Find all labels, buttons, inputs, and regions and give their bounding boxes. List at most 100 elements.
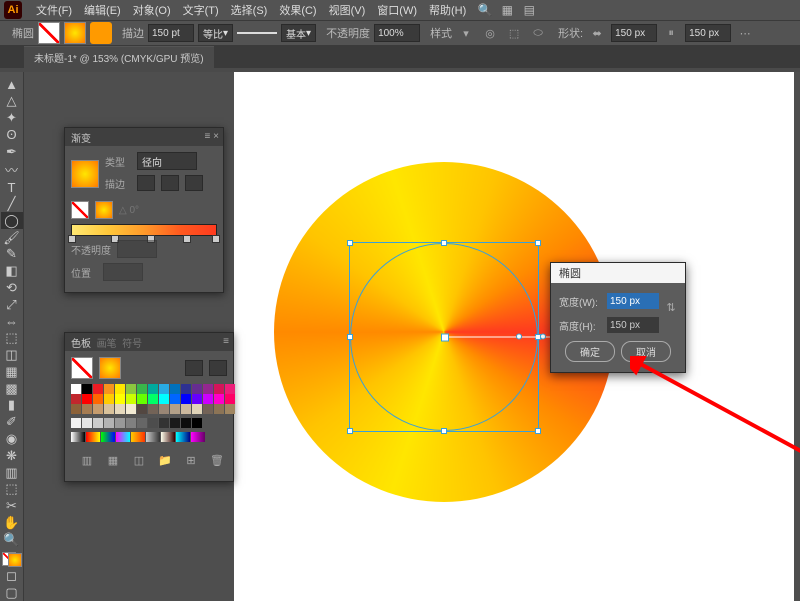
direct-selection-tool[interactable]: △: [1, 93, 23, 110]
type-tool[interactable]: T: [1, 179, 23, 196]
color-swatch[interactable]: [214, 394, 224, 404]
color-swatch[interactable]: [71, 404, 81, 414]
list-view-icon[interactable]: [185, 360, 203, 376]
handle-bc[interactable]: [441, 428, 447, 434]
stroke-within-icon[interactable]: [137, 175, 155, 191]
fill-none[interactable]: [71, 201, 89, 219]
ellipse-tool[interactable]: ◯: [1, 212, 23, 229]
stroke-along-icon[interactable]: [161, 175, 179, 191]
gradient-swatch[interactable]: [86, 432, 100, 442]
color-swatch[interactable]: [148, 418, 158, 428]
menu-window[interactable]: 窗口(W): [371, 0, 423, 20]
gradient-tool[interactable]: ▮: [1, 397, 23, 414]
link-icon[interactable]: ⬌: [587, 23, 607, 43]
panel-menu-icon[interactable]: ≡: [223, 336, 229, 347]
color-swatch[interactable]: [192, 394, 202, 404]
color-swatch[interactable]: [181, 404, 191, 414]
gradient-opacity-input[interactable]: [117, 240, 157, 258]
menu-file[interactable]: 文件(F): [30, 0, 78, 20]
cancel-button[interactable]: 取消: [621, 341, 671, 362]
color-swatch[interactable]: [148, 394, 158, 404]
color-swatch[interactable]: [93, 418, 103, 428]
shape-icon[interactable]: ⬭: [528, 23, 548, 43]
symbol-sprayer-tool[interactable]: ❋: [1, 447, 23, 464]
thumb-view-icon[interactable]: [209, 360, 227, 376]
tab-swatches[interactable]: 色板: [71, 335, 91, 350]
new-swatch-icon[interactable]: ⊞: [181, 450, 201, 470]
gradient-pos-input[interactable]: [103, 263, 143, 281]
gradient-slider[interactable]: [71, 224, 217, 236]
stroke-swatch[interactable]: [64, 22, 86, 44]
color-swatch[interactable]: [159, 394, 169, 404]
color-swatch[interactable]: [203, 384, 213, 394]
stroke-across-icon[interactable]: [185, 175, 203, 191]
menu-object[interactable]: 对象(O): [127, 0, 177, 20]
gradient-swatch[interactable]: [146, 432, 160, 442]
color-swatch[interactable]: [71, 384, 81, 394]
gradient-stop[interactable]: [212, 235, 220, 243]
handle-ml[interactable]: [347, 334, 353, 340]
transform-icon[interactable]: ⬚: [504, 23, 524, 43]
color-swatch[interactable]: [159, 418, 169, 428]
swatch-lib-icon[interactable]: ▥: [77, 450, 97, 470]
color-swatch[interactable]: [93, 384, 103, 394]
gradient-stop[interactable]: [68, 235, 76, 243]
handle-tl[interactable]: [347, 240, 353, 246]
gradient-preview[interactable]: [71, 160, 99, 188]
color-swatch[interactable]: [82, 404, 92, 414]
color-swatch[interactable]: [115, 394, 125, 404]
tab-symbols[interactable]: 符号: [122, 335, 142, 350]
style-drop[interactable]: ▾: [456, 23, 476, 43]
artboard-tool[interactable]: ⬚: [1, 481, 23, 498]
handle-br[interactable]: [535, 428, 541, 434]
color-swatch[interactable]: [192, 404, 202, 414]
slice-tool[interactable]: ✂: [1, 498, 23, 515]
color-swatch[interactable]: [148, 404, 158, 414]
hand-tool[interactable]: ✋: [1, 515, 23, 532]
menu-type[interactable]: 文字(T): [177, 0, 225, 20]
color-swatch[interactable]: [170, 394, 180, 404]
column-graph-tool[interactable]: ▥: [1, 464, 23, 481]
color-swatch[interactable]: [225, 404, 235, 414]
color-swatch[interactable]: [159, 384, 169, 394]
color-swatch[interactable]: [159, 404, 169, 414]
selection-tool[interactable]: ▲: [1, 76, 23, 93]
color-swatch[interactable]: [104, 418, 114, 428]
menu-select[interactable]: 选择(S): [225, 0, 274, 20]
draw-mode[interactable]: ◻: [1, 567, 23, 584]
menu-help[interactable]: 帮助(H): [423, 0, 472, 20]
color-swatch[interactable]: [115, 418, 125, 428]
panel-menu-icon[interactable]: ≡ ×: [205, 131, 219, 142]
swatch-kind-icon[interactable]: ▦: [103, 450, 123, 470]
perspective-tool[interactable]: ▦: [1, 364, 23, 381]
color-swatch[interactable]: [90, 22, 112, 44]
color-swatch[interactable]: [115, 384, 125, 394]
color-swatch[interactable]: [82, 384, 92, 394]
color-swatch[interactable]: [126, 394, 136, 404]
brush-drop[interactable]: 基本 ▾: [281, 24, 316, 42]
gradient-swatch[interactable]: [161, 432, 175, 442]
mesh-tool[interactable]: ▩: [1, 380, 23, 397]
gradient-swatch[interactable]: [116, 432, 130, 442]
fill-none-swatch[interactable]: [71, 357, 93, 379]
width-input[interactable]: [607, 293, 659, 309]
gradient-stop[interactable]: [183, 235, 191, 243]
swatches-panel-header[interactable]: 色板 画笔 符号 ≡: [65, 333, 233, 351]
color-swatch[interactable]: [181, 418, 191, 428]
swatch-options-icon[interactable]: ◫: [129, 450, 149, 470]
zoom-tool[interactable]: 🔍: [1, 531, 23, 548]
curvature-tool[interactable]: 〰: [1, 160, 23, 179]
gradient-swatch[interactable]: [191, 432, 205, 442]
stroke-grad[interactable]: [95, 201, 113, 219]
color-swatch[interactable]: [192, 384, 202, 394]
workspace-icon[interactable]: ▤: [520, 1, 538, 19]
color-swatch[interactable]: [71, 394, 81, 404]
pen-tool[interactable]: ✒: [1, 143, 23, 160]
opacity-input[interactable]: [374, 24, 420, 42]
color-swatch[interactable]: [82, 394, 92, 404]
color-swatch[interactable]: [214, 384, 224, 394]
fill-stroke-colors[interactable]: [2, 552, 22, 567]
arrange-icon[interactable]: ▦: [498, 1, 516, 19]
height-input[interactable]: [607, 317, 659, 333]
color-swatch[interactable]: [170, 418, 180, 428]
